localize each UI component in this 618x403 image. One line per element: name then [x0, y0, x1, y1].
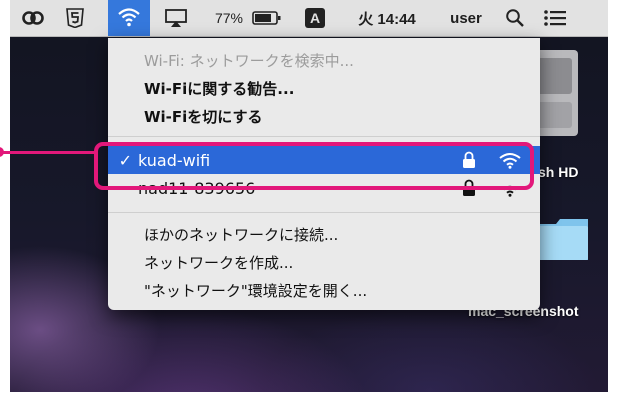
folder-icon[interactable]: [536, 216, 590, 262]
wifi-searching-status: Wi-Fi: ネットワークを検索中...: [144, 52, 354, 70]
menu-bar: 77% A 火 14:44 user: [10, 0, 608, 37]
annotation-pointer-dot: [0, 147, 4, 157]
wifi-turn-off-item[interactable]: Wi-Fiを切にする: [144, 106, 262, 127]
join-other-network-item[interactable]: ほかのネットワークに接続...: [144, 224, 338, 245]
notification-center-icon[interactable]: [538, 0, 572, 36]
battery-icon[interactable]: [250, 0, 284, 36]
airplay-icon[interactable]: [160, 0, 192, 36]
creative-cloud-icon[interactable]: [18, 0, 48, 36]
html5-icon[interactable]: [58, 0, 92, 36]
annotation-pointer: [0, 151, 98, 154]
clock[interactable]: 火 14:44: [340, 0, 434, 36]
input-source-label: A: [305, 8, 325, 28]
menu-separator: [108, 136, 540, 137]
wifi-menu-extra[interactable]: [108, 0, 150, 36]
spotlight-search-icon[interactable]: [500, 0, 530, 36]
create-network-item[interactable]: ネットワークを作成...: [144, 252, 293, 273]
user-menu[interactable]: user: [442, 0, 490, 36]
battery-percent[interactable]: 77%: [206, 0, 252, 36]
wifi-icon: [118, 8, 140, 27]
selection-highlight-box: [94, 142, 534, 190]
desktop-screen: 77% A 火 14:44 user sh HD mac_screenshot …: [10, 0, 608, 392]
wifi-recommendations-item[interactable]: Wi-Fiに関する勧告...: [144, 78, 294, 99]
hard-drive-label: sh HD: [538, 164, 579, 180]
open-network-prefs-item[interactable]: "ネットワーク"環境設定を開く...: [144, 280, 367, 301]
menu-separator: [108, 212, 540, 213]
input-source-icon[interactable]: A: [304, 0, 326, 36]
